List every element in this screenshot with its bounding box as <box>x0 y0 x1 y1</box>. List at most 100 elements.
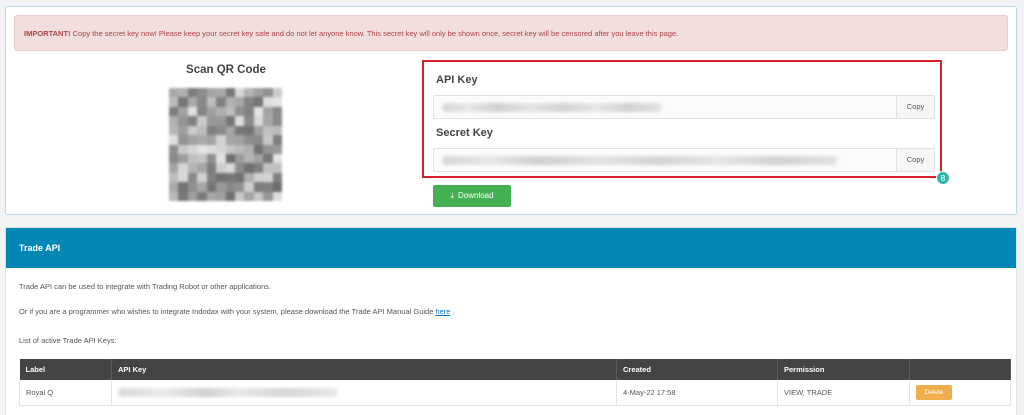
qr-module <box>197 135 207 145</box>
important-alert: IMPORTANT! Copy the secret key now! Plea… <box>14 15 1008 51</box>
qr-module <box>253 153 264 164</box>
qr-module <box>272 191 282 201</box>
qr-module <box>169 172 179 183</box>
qr-module <box>206 153 217 164</box>
qr-module <box>244 135 254 145</box>
qr-module <box>272 153 282 164</box>
qr-module <box>216 125 226 136</box>
qr-module <box>234 116 245 126</box>
qr-module <box>244 191 254 201</box>
qr-module <box>263 106 273 117</box>
qr-module <box>272 116 282 126</box>
qr-module <box>169 106 179 117</box>
qr-module <box>234 125 245 136</box>
qr-module <box>244 88 254 98</box>
qr-module <box>169 97 179 107</box>
qr-module <box>272 172 282 183</box>
qr-module <box>234 182 245 192</box>
qr-module <box>187 125 198 136</box>
qr-module <box>225 116 235 126</box>
qr-module <box>225 153 235 164</box>
qr-module <box>225 172 235 183</box>
link-suffix: . <box>450 307 455 316</box>
qr-module <box>225 191 235 201</box>
qr-module <box>187 182 198 192</box>
qr-module <box>197 163 207 173</box>
qr-module <box>253 125 264 136</box>
qr-module <box>206 97 217 107</box>
qr-module <box>197 106 207 117</box>
qr-module <box>178 106 188 117</box>
qr-module <box>187 144 198 154</box>
qr-module <box>178 172 188 183</box>
qr-module <box>216 106 226 117</box>
row-api-key-censored <box>111 380 617 406</box>
copy-api-key-button[interactable]: Copy <box>896 96 934 118</box>
api-key-field[interactable]: Copy <box>433 95 935 119</box>
table-row: Royal Q 4-May-22 17:58 VIEW, TRADE Delet… <box>19 380 1011 406</box>
qr-module <box>187 97 198 107</box>
qr-module <box>206 182 217 192</box>
qr-module <box>244 97 254 107</box>
qr-module <box>187 106 198 117</box>
qr-module <box>244 182 254 192</box>
manual-guide-link[interactable]: here <box>435 307 450 316</box>
qr-module <box>187 153 198 164</box>
censored-key <box>118 388 338 397</box>
qr-module <box>272 125 282 136</box>
qr-module <box>206 172 217 183</box>
trade-api-programmer-text: Or if you are a programmer who wishes to… <box>19 307 455 316</box>
qr-module <box>234 191 245 201</box>
qr-module <box>197 88 207 98</box>
qr-module <box>234 88 245 98</box>
qr-module <box>187 135 198 145</box>
qr-module <box>244 153 254 164</box>
qr-module <box>178 135 188 145</box>
qr-module <box>253 163 264 173</box>
secret-key-field[interactable]: Copy <box>433 148 935 172</box>
copy-secret-key-button[interactable]: Copy <box>896 149 934 171</box>
qr-module <box>216 88 226 98</box>
qr-module <box>272 97 282 107</box>
qr-module <box>272 144 282 154</box>
delete-key-button[interactable]: Delete <box>916 384 952 400</box>
qr-module <box>253 106 264 117</box>
qr-module <box>187 116 198 126</box>
qr-module <box>234 172 245 183</box>
qr-module <box>169 163 179 173</box>
qr-module <box>253 88 264 98</box>
api-key-label: API Key <box>436 74 478 86</box>
qr-module <box>263 182 273 192</box>
qr-module <box>178 144 188 154</box>
table-header-row: Label API Key Created Permission <box>19 359 1011 380</box>
qr-module <box>234 135 245 145</box>
api-key-value-censored <box>442 103 662 112</box>
qr-module <box>272 88 282 98</box>
qr-module <box>169 144 179 154</box>
qr-module <box>253 191 264 201</box>
qr-module <box>263 97 273 107</box>
step-badge: 8 <box>936 171 950 185</box>
download-label: Download <box>457 191 494 200</box>
qr-module <box>197 116 207 126</box>
qr-module <box>272 106 282 117</box>
secret-key-label: Secret Key <box>436 127 493 139</box>
download-icon: ⤓ <box>450 191 454 200</box>
qr-module <box>206 125 217 136</box>
download-button[interactable]: ⤓ Download <box>433 185 511 207</box>
qr-module <box>263 191 273 201</box>
qr-module <box>253 144 264 154</box>
qr-module <box>263 125 273 136</box>
qr-module <box>206 106 217 117</box>
column-header-permission: Permission <box>777 359 910 380</box>
api-key-result-panel: IMPORTANT! Copy the secret key now! Plea… <box>5 6 1017 215</box>
alert-prefix: IMPORTANT! <box>24 29 71 38</box>
column-header-action <box>909 359 1011 380</box>
qr-module <box>187 172 198 183</box>
qr-module <box>263 116 273 126</box>
qr-module <box>178 97 188 107</box>
row-permission: VIEW, TRADE <box>777 380 910 406</box>
qr-module <box>253 182 264 192</box>
qr-module <box>197 182 207 192</box>
qr-module <box>178 182 188 192</box>
